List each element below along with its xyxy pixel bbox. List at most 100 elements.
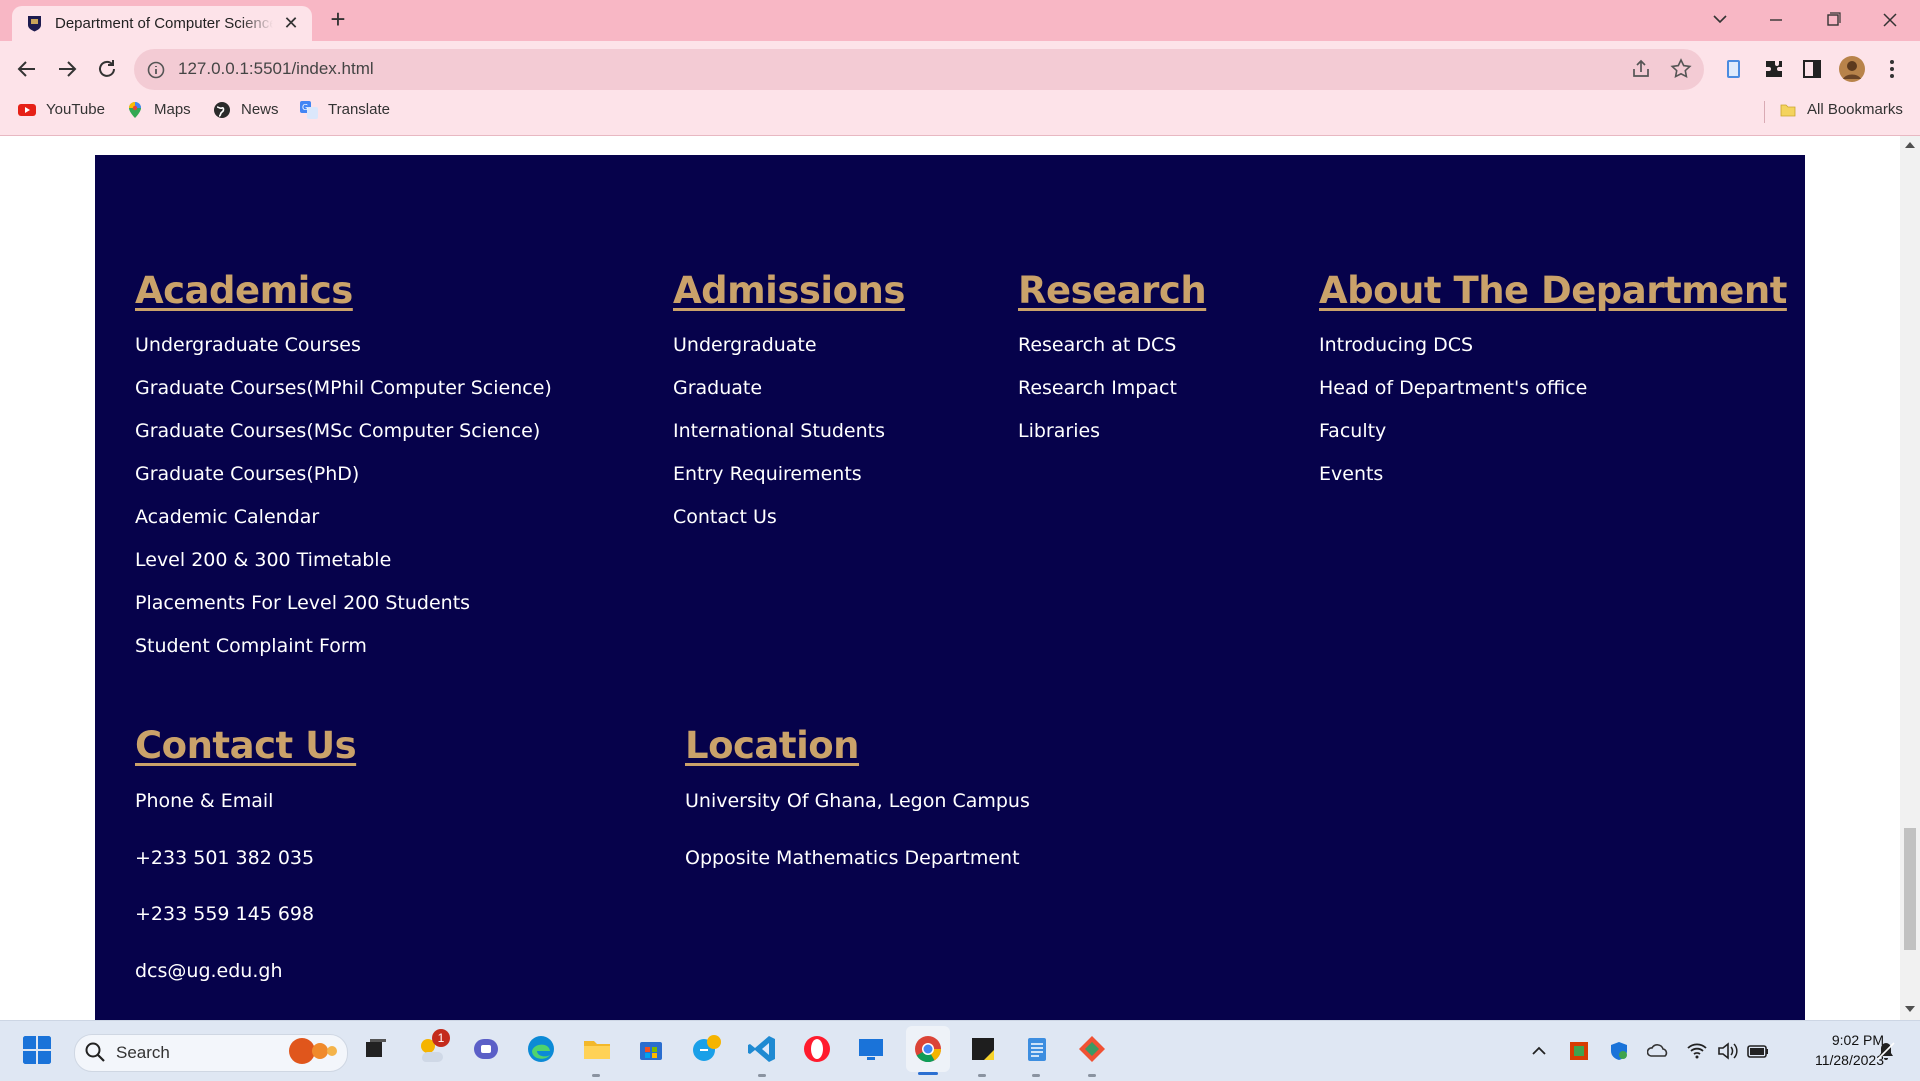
folder-icon xyxy=(1780,104,1796,117)
notepad-icon[interactable] xyxy=(1020,1032,1054,1066)
restore-icon[interactable] xyxy=(1813,6,1853,34)
footer-link[interactable]: Placements For Level 200 Students xyxy=(135,582,552,625)
section-heading[interactable]: Academics xyxy=(135,269,552,312)
task-view-icon[interactable] xyxy=(358,1032,392,1066)
bookmark-label: Maps xyxy=(154,101,191,118)
chrome-menu-icon[interactable] xyxy=(1880,57,1904,81)
footer-section-about: About The Department Introducing DCS Hea… xyxy=(1319,269,1787,496)
clock-time: 9:02 PM xyxy=(1831,1032,1884,1048)
file-explorer-icon[interactable] xyxy=(580,1032,614,1066)
footer-link[interactable]: Research Impact xyxy=(1018,367,1206,410)
vscode-icon[interactable] xyxy=(745,1032,779,1066)
running-indicator xyxy=(1088,1074,1096,1077)
footer-link[interactable]: Introducing DCS xyxy=(1319,324,1787,367)
footer-section-academics: Academics Undergraduate Courses Graduate… xyxy=(135,269,552,668)
bookmark-youtube[interactable]: YouTube xyxy=(18,101,105,123)
footer-link[interactable]: Graduate Courses(PhD) xyxy=(135,453,552,496)
url-text[interactable]: 127.0.0.1:5501/index.html xyxy=(178,59,374,79)
remote-desktop-icon[interactable] xyxy=(854,1032,888,1066)
git-kraken-icon[interactable] xyxy=(1075,1032,1109,1066)
extensions-icon[interactable] xyxy=(1762,57,1786,81)
wifi-icon[interactable] xyxy=(1686,1040,1708,1062)
side-panel-icon[interactable] xyxy=(1800,57,1824,81)
chrome-icon[interactable] xyxy=(911,1032,945,1066)
share-icon[interactable] xyxy=(1629,57,1653,81)
footer-link[interactable]: Graduate Courses(MSc Computer Science) xyxy=(135,410,552,453)
contact-label: Phone & Email xyxy=(135,790,274,812)
section-heading[interactable]: Contact Us xyxy=(135,724,357,767)
system-clock[interactable]: 9:02 PM 11/28/2023 xyxy=(1784,1030,1884,1070)
battery-charging-icon[interactable] xyxy=(1746,1040,1770,1062)
forward-arrow-icon[interactable] xyxy=(54,56,80,82)
notification-badge: 1 xyxy=(432,1029,450,1047)
footer-link[interactable]: Academic Calendar xyxy=(135,496,552,539)
edge-browser-icon[interactable] xyxy=(524,1032,558,1066)
sticky-notes-icon[interactable] xyxy=(966,1032,1000,1066)
section-heading[interactable]: Location xyxy=(685,724,1030,767)
bookmark-news[interactable]: News xyxy=(213,101,279,123)
windows-start-icon[interactable] xyxy=(22,1035,52,1065)
bookmark-star-icon[interactable] xyxy=(1669,57,1693,81)
close-window-icon[interactable] xyxy=(1870,6,1910,34)
footer-link[interactable]: Contact Us xyxy=(673,496,905,539)
footer-link[interactable]: Graduate xyxy=(673,367,905,410)
footer-link[interactable]: Events xyxy=(1319,453,1787,496)
svg-text:G: G xyxy=(302,103,308,112)
search-icon xyxy=(85,1042,105,1062)
running-indicator xyxy=(592,1074,600,1077)
phone-number[interactable]: +233 559 145 698 xyxy=(135,886,356,943)
minimize-icon[interactable] xyxy=(1756,6,1796,34)
microsoft-store-icon[interactable] xyxy=(634,1032,668,1066)
scroll-down-arrow-icon[interactable] xyxy=(1905,1006,1915,1012)
tray-app-icon[interactable] xyxy=(1568,1040,1590,1062)
footer-section-research: Research Research at DCS Research Impact… xyxy=(1018,269,1207,453)
search-label: Search xyxy=(116,1043,170,1062)
scroll-up-arrow-icon[interactable] xyxy=(1905,142,1915,148)
running-indicator xyxy=(978,1074,986,1077)
opera-gx-icon[interactable] xyxy=(800,1032,834,1066)
notifications-bell-icon[interactable] xyxy=(1875,1040,1897,1062)
onedrive-cloud-icon[interactable] xyxy=(1647,1040,1671,1062)
footer-link[interactable]: Libraries xyxy=(1018,410,1206,453)
tab-search-chevron-icon[interactable] xyxy=(1700,6,1740,34)
scrollbar-thumb[interactable] xyxy=(1904,828,1916,950)
all-bookmarks[interactable]: All Bookmarks xyxy=(1764,101,1903,123)
footer-link[interactable]: Graduate Courses(MPhil Computer Science) xyxy=(135,367,552,410)
bookmark-maps[interactable]: Maps xyxy=(126,101,191,123)
section-heading[interactable]: Admissions xyxy=(673,269,905,312)
bookmark-translate[interactable]: G Translate xyxy=(300,101,390,123)
section-heading[interactable]: Research xyxy=(1018,269,1207,312)
footer-link[interactable]: Undergraduate Courses xyxy=(135,324,552,367)
section-heading[interactable]: About The Department xyxy=(1319,269,1787,312)
footer-link[interactable]: Head of Department's office xyxy=(1319,367,1787,410)
site-info-icon[interactable] xyxy=(146,60,166,80)
reading-mode-icon[interactable] xyxy=(1722,57,1746,81)
volume-icon[interactable] xyxy=(1716,1040,1740,1062)
copilot-icon[interactable] xyxy=(690,1032,724,1066)
footer-link[interactable]: Faculty xyxy=(1319,410,1787,453)
email-address[interactable]: dcs@ug.edu.gh xyxy=(135,943,356,1000)
teams-chat-icon[interactable] xyxy=(469,1032,503,1066)
site-footer: Academics Undergraduate Courses Graduate… xyxy=(95,155,1805,1020)
browser-tab[interactable]: Department of Computer Science ✕ xyxy=(12,6,312,41)
defender-shield-icon[interactable] xyxy=(1608,1040,1630,1062)
reload-icon[interactable] xyxy=(94,56,120,82)
tab-close-icon[interactable]: ✕ xyxy=(280,12,302,34)
all-bookmarks-label: All Bookmarks xyxy=(1807,101,1903,118)
footer-link[interactable]: Level 200 & 300 Timetable xyxy=(135,539,552,582)
page-scrollbar[interactable] xyxy=(1900,136,1920,1020)
footer-link[interactable]: Undergraduate xyxy=(673,324,905,367)
address-line: University Of Ghana, Legon Campus xyxy=(685,790,1030,812)
tray-overflow-chevron-icon[interactable] xyxy=(1530,1043,1548,1059)
phone-number[interactable]: +233 501 382 035 xyxy=(135,830,356,887)
address-line: Opposite Mathematics Department xyxy=(685,846,1020,869)
footer-link[interactable]: Student Complaint Form xyxy=(135,625,552,668)
footer-link[interactable]: Entry Requirements xyxy=(673,453,905,496)
footer-link[interactable]: International Students xyxy=(673,410,905,453)
footer-link[interactable]: Research at DCS xyxy=(1018,324,1206,367)
footer-section-admissions: Admissions Undergraduate Graduate Intern… xyxy=(673,269,905,539)
clock-date: 11/28/2023 xyxy=(1814,1052,1884,1068)
new-tab-button[interactable]: + xyxy=(326,6,350,32)
profile-avatar-icon[interactable] xyxy=(1838,55,1866,83)
back-arrow-icon[interactable] xyxy=(14,56,40,82)
